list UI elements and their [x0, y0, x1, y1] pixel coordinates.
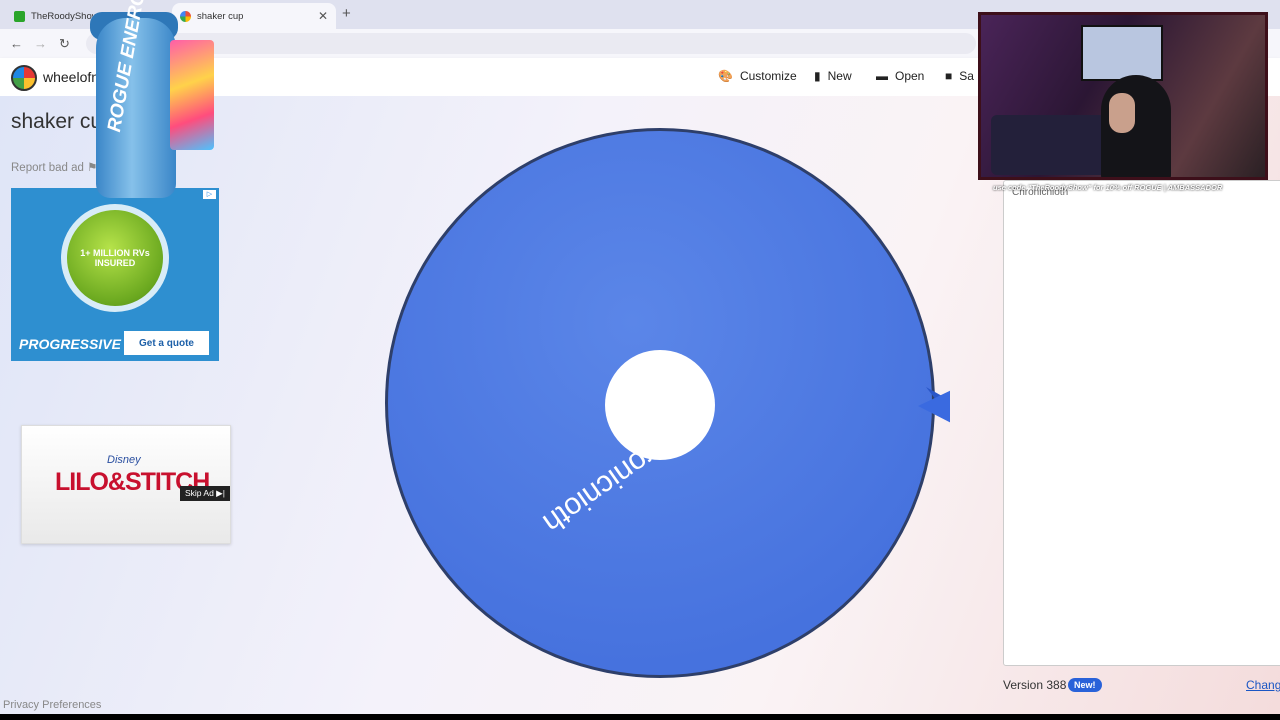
- ad-headline: 1+ MILLION RVs INSURED: [80, 248, 150, 268]
- address-bar[interactable]: [86, 33, 976, 54]
- ad-brand: PROGRESSIVE: [19, 336, 121, 352]
- entries-panel[interactable]: Chronicnioth: [1003, 180, 1280, 666]
- version-label: Version 388: [1003, 678, 1067, 692]
- new-badge: New!: [1068, 678, 1102, 692]
- reload-icon[interactable]: ↻: [59, 36, 70, 52]
- site-logo-icon[interactable]: [11, 65, 37, 91]
- page-title: shaker cu: [11, 110, 103, 133]
- forward-arrow-icon[interactable]: →: [34, 36, 47, 51]
- webcam-overlay: [978, 12, 1268, 180]
- ad-brand: Disney: [107, 454, 141, 466]
- new-button[interactable]: ▮ New: [814, 69, 852, 83]
- file-icon: ▮: [814, 69, 821, 83]
- report-bad-ad-link[interactable]: Report bad ad ⚑: [11, 160, 97, 174]
- lilo-stitch-ad[interactable]: Disney LILO&STITCH Skip Ad ▶|: [21, 425, 231, 544]
- new-label: New: [827, 69, 852, 83]
- close-icon[interactable]: ✕: [318, 9, 328, 23]
- save-button[interactable]: ■ Sa: [945, 69, 974, 83]
- open-label: Open: [895, 69, 925, 83]
- get-quote-button[interactable]: Get a quote: [124, 331, 209, 355]
- report-bad-ad-label: Report bad ad: [11, 162, 84, 174]
- webcam-monitor-image: [1081, 25, 1163, 81]
- save-icon: ■: [945, 69, 953, 83]
- webcam-face-image: [1109, 93, 1135, 133]
- customize-button[interactable]: 🎨 Customize: [718, 69, 797, 83]
- kick-favicon-icon: [14, 10, 25, 22]
- save-label: Sa: [959, 69, 974, 83]
- wheel-center[interactable]: [605, 350, 715, 460]
- site-brand[interactable]: wheelofn: [43, 69, 99, 85]
- energy-packets-image: [170, 40, 214, 150]
- spin-wheel[interactable]: Chronicnioth: [380, 125, 950, 685]
- ad-globe-image: 1+ MILLION RVs INSURED: [61, 204, 169, 312]
- open-button[interactable]: ▬ Open: [876, 69, 924, 83]
- webcam-bed-image: [991, 115, 1111, 175]
- promo-banner: use code "TheRoodyShow" for 10% off ROGU…: [993, 183, 1223, 192]
- new-tab-plus-icon[interactable]: +: [342, 5, 351, 22]
- back-arrow-icon[interactable]: ←: [10, 36, 23, 51]
- wheel-favicon-icon: [180, 10, 191, 22]
- adchoices-icon[interactable]: ▷: [203, 190, 216, 199]
- changelog-link[interactable]: Changel: [1246, 678, 1280, 692]
- privacy-preferences-link[interactable]: Privacy Preferences: [3, 699, 101, 711]
- folder-icon: ▬: [876, 69, 888, 83]
- progressive-ad[interactable]: 1+ MILLION RVs INSURED PROGRESSIVE Get a…: [11, 188, 219, 361]
- tab-shaker-cup[interactable]: shaker cup ✕: [172, 3, 336, 29]
- customize-label: Customize: [739, 69, 797, 83]
- tab-title: shaker cup: [197, 10, 244, 22]
- skip-ad-button[interactable]: Skip Ad ▶|: [180, 486, 230, 501]
- palette-icon: 🎨: [718, 69, 733, 83]
